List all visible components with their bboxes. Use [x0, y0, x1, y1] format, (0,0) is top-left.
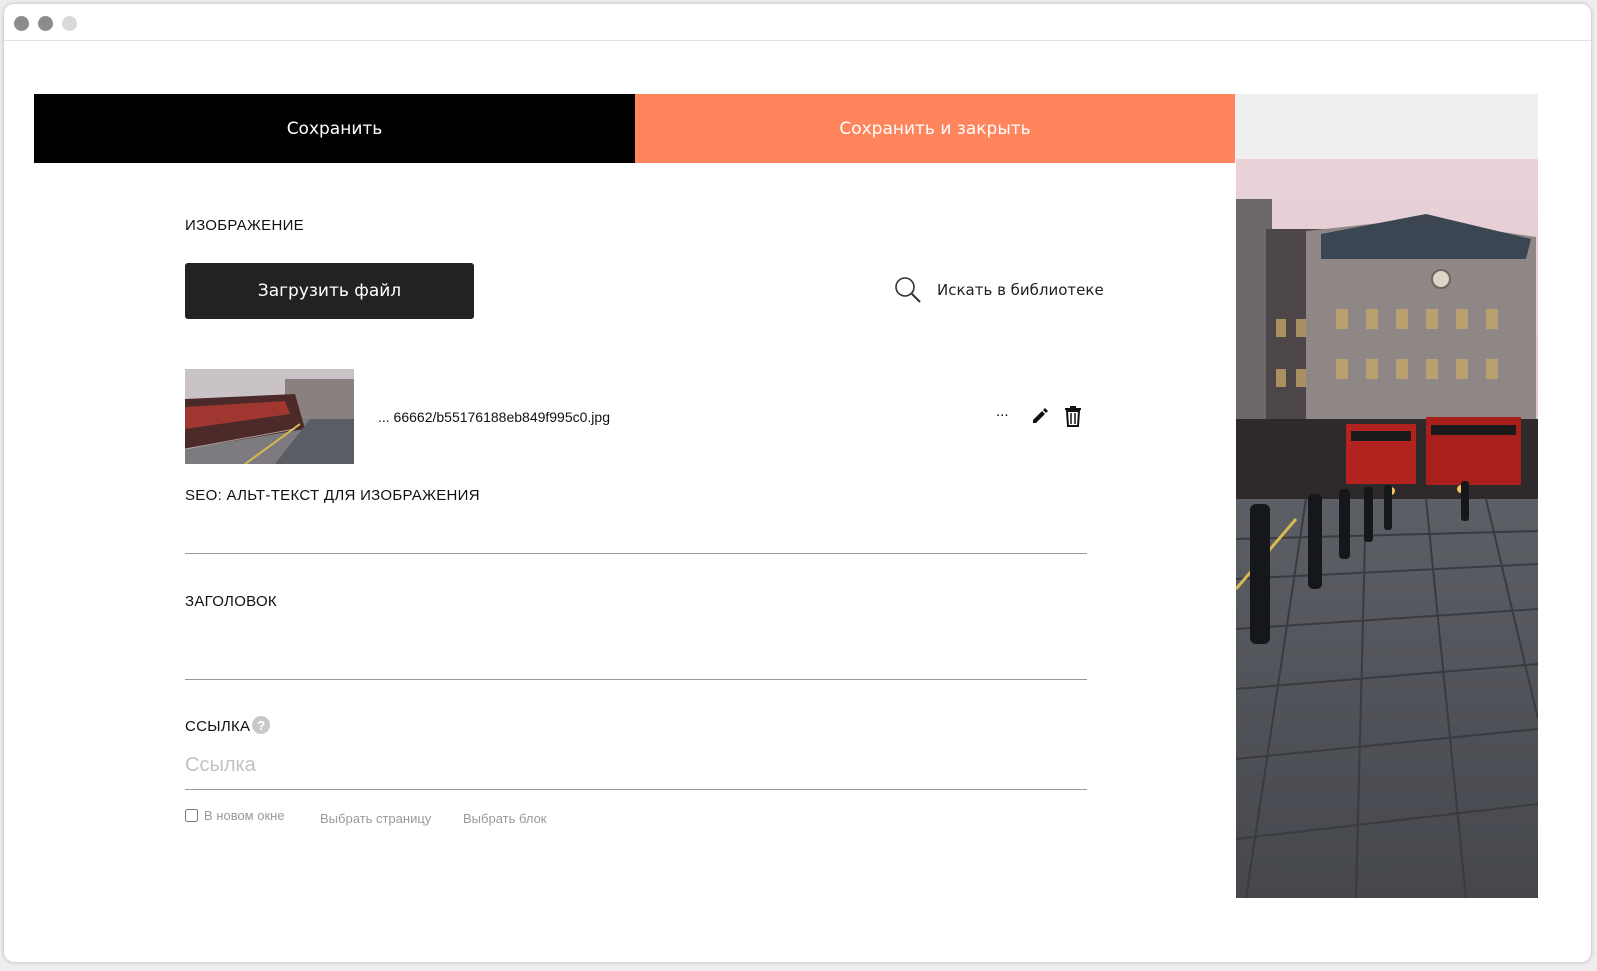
choose-page-link[interactable]: Выбрать страницу: [320, 811, 431, 826]
window-titlebar: [4, 4, 1591, 41]
library-search-link[interactable]: Искать в библиотеке: [893, 275, 1104, 305]
question-icon[interactable]: ?: [252, 716, 271, 735]
preview-image: [1236, 159, 1538, 898]
title-input[interactable]: [185, 640, 1087, 674]
link-label-wrap: ССЫЛКА?: [185, 716, 271, 736]
minimize-window-icon[interactable]: [38, 16, 53, 31]
thumbnail-photo-icon: [185, 369, 354, 464]
library-search-label: Искать в библиотеке: [937, 281, 1104, 299]
new-window-checkbox[interactable]: [185, 809, 198, 822]
choose-block-link[interactable]: Выбрать блок: [463, 811, 546, 826]
alt-text-underline: [185, 553, 1087, 554]
pencil-icon: [1033, 408, 1048, 423]
link-input[interactable]: [185, 748, 1087, 782]
title-label: ЗАГОЛОВОК: [185, 593, 277, 610]
more-options-button[interactable]: ...: [996, 403, 1009, 420]
image-thumbnail[interactable]: [185, 369, 354, 464]
link-label: ССЫЛКА: [185, 718, 251, 735]
file-name: ... 66662/b55176188eb849f995c0.jpg: [378, 409, 610, 425]
alt-text-input[interactable]: [185, 515, 1087, 549]
delete-image-button[interactable]: [1063, 405, 1083, 432]
search-icon: [895, 277, 921, 303]
upload-file-button[interactable]: Загрузить файл: [185, 263, 474, 319]
save-button[interactable]: Сохранить: [34, 94, 635, 163]
edit-image-button[interactable]: [1030, 406, 1050, 431]
save-and-close-button[interactable]: Сохранить и закрыть: [635, 94, 1235, 163]
street-photo-icon: [1236, 159, 1538, 898]
trash-icon: [1065, 406, 1081, 427]
title-underline: [185, 679, 1087, 680]
image-section-label: ИЗОБРАЖЕНИЕ: [185, 217, 304, 234]
new-window-label: В новом окне: [204, 808, 285, 823]
preview-header: [1235, 94, 1538, 159]
close-window-icon[interactable]: [14, 16, 29, 31]
new-window-option[interactable]: В новом окне: [185, 808, 285, 823]
alt-text-label: SEO: АЛЬТ-ТЕКСТ ДЛЯ ИЗОБРАЖЕНИЯ: [185, 487, 480, 504]
zoom-window-icon[interactable]: [62, 16, 77, 31]
link-underline: [185, 789, 1087, 790]
